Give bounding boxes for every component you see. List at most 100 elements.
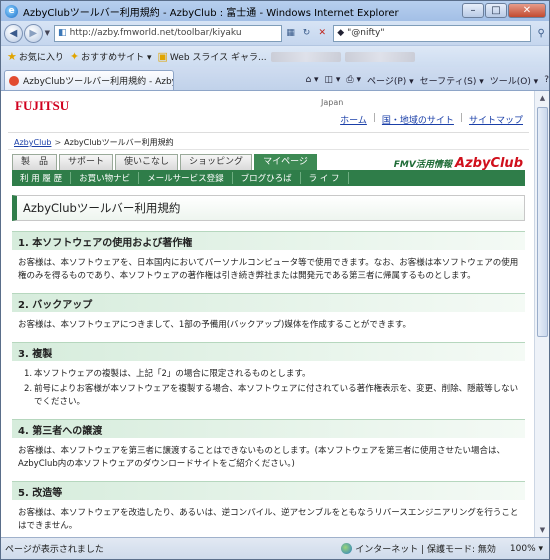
browser-tab[interactable]: AzbyClubツールバー利用規約 - AzbyCl...	[4, 70, 174, 90]
list-item-text: 本ソフトウェアの複製は、上記「2」の場合に限定されるものとします。	[34, 369, 311, 379]
section-body: お客様は、本ソフトウェアにつきまして、1部の予備用(バックアップ)媒体を作成する…	[18, 320, 412, 330]
ie-logo-icon: e	[5, 4, 18, 18]
address-url: http://azby.fmworld.net/toolbar/kiyaku	[69, 28, 242, 38]
tab-usage[interactable]: 使いこなし	[115, 154, 179, 170]
zoom-control[interactable]: 100% ▾	[510, 544, 543, 554]
global-tabs: 製 品 サポート 使いこなし ショッピング マイページ	[12, 154, 319, 170]
tab-mypage[interactable]: マイページ	[254, 154, 317, 170]
page-content: FUJITSU Japan ホーム | 国・地域のサイト | サイトマップ Az…	[1, 90, 549, 537]
window-title: AzbyClubツールバー利用規約 - AzbyClub : 富士通 - Win…	[23, 7, 399, 19]
favorite-item-label: Web スライス ギャラ...	[169, 53, 267, 63]
favorites-button[interactable]: ★ お気に入り	[7, 50, 64, 63]
blurred-favorite	[344, 51, 415, 62]
tab-support[interactable]: サポート	[59, 154, 114, 170]
azby-favicon-icon	[9, 75, 19, 86]
safety-menu[interactable]: セーフティ(S) ▾	[420, 74, 484, 87]
list-item: 2. 前号によりお客様が本ソフトウェアを複製する場合、本ソフトウェアに付されてい…	[18, 383, 519, 409]
section-heading: 2. バックアップ	[12, 293, 525, 312]
tools-menu[interactable]: ツール(O) ▾	[490, 74, 539, 87]
tab-products[interactable]: 製 品	[12, 154, 58, 170]
security-zone[interactable]: インターネット | 保護モード: 無効	[341, 542, 496, 555]
breadcrumb-separator: >	[54, 138, 62, 147]
link-divider: |	[372, 113, 376, 123]
header-links: ホーム | 国・地域のサイト | サイトマップ	[334, 113, 523, 126]
command-bar: ⌂ ▾ ◫ ▾ ⎙ ▾ ページ(P) ▾ セーフティ(S) ▾ ツール(O) ▾…	[299, 70, 549, 90]
azbyclub-brand[interactable]: FMV活用情報 AzbyClub	[394, 156, 523, 171]
sitemap-link[interactable]: サイトマップ	[469, 113, 523, 126]
subnav-shopping-navi[interactable]: お買い物ナビ	[71, 172, 140, 184]
region-label: Japan	[321, 98, 344, 107]
ie-window: e AzbyClubツールバー利用規約 - AzbyClub : 富士通 - W…	[0, 0, 550, 560]
brand-prefix: FMV活用情報	[393, 160, 452, 170]
history-dropdown-icon[interactable]: ▼	[45, 29, 50, 37]
page-icon: ◧	[58, 28, 67, 38]
subnav-life[interactable]: ラ イ フ	[301, 172, 349, 184]
scroll-thumb[interactable]	[537, 107, 548, 337]
breadcrumb: AzbyClub > AzbyClubツールバー利用規約	[8, 136, 529, 150]
breadcrumb-home-link[interactable]: AzbyClub	[14, 138, 51, 147]
search-provider-icon: ◆	[337, 28, 345, 38]
list-number: 1.	[24, 369, 33, 379]
subnav-history[interactable]: 利 用 履 歴	[12, 172, 72, 184]
section-heading: 4. 第三者への譲渡	[12, 419, 525, 438]
suggested-sites-icon: ✦	[69, 50, 80, 63]
star-icon: ★	[7, 50, 17, 63]
search-value: "@nifty"	[347, 28, 385, 38]
section-heading: 5. 改造等	[12, 481, 525, 500]
blurred-favorite	[270, 51, 341, 62]
tab-shopping[interactable]: ショッピング	[180, 154, 253, 170]
back-button[interactable]: ◀	[4, 23, 23, 43]
subnav-mail-service[interactable]: メールサービス登録	[139, 172, 233, 184]
search-input[interactable]: ◆ "@nifty"	[333, 24, 532, 42]
feeds-icon[interactable]: ◫ ▾	[325, 75, 341, 85]
section-body: お客様は、本ソフトウェアを改造したり、あるいは、逆コンパイル、逆アセンブルをとも…	[18, 508, 519, 531]
tab-label: AzbyClubツールバー利用規約 - AzbyCl...	[23, 77, 173, 87]
region-sites-link[interactable]: 国・地域のサイト	[382, 113, 454, 126]
compatibility-view-icon[interactable]: ▦	[284, 26, 298, 41]
forward-button[interactable]: ▶	[23, 23, 43, 43]
section-heading: 1. 本ソフトウェアの使用および著作権	[12, 231, 525, 250]
web-page: FUJITSU Japan ホーム | 国・地域のサイト | サイトマップ Az…	[8, 91, 529, 537]
list-item: 1. 本ソフトウェアの複製は、上記「2」の場合に限定されるものとします。	[18, 368, 519, 381]
window-controls: – □ ✕	[461, 3, 546, 18]
section-copy: 3. 複製 1. 本ソフトウェアの複製は、上記「2」の場合に限定されるものとしま…	[12, 342, 525, 409]
section-heading: 3. 複製	[12, 342, 525, 361]
scroll-up-icon[interactable]: ▲	[535, 91, 549, 106]
status-text: ページが表示されました	[5, 545, 104, 555]
status-bar: ページが表示されました インターネット | 保護モード: 無効 100% ▾	[1, 537, 549, 559]
refresh-icon[interactable]: ↻	[300, 26, 314, 41]
favorites-label: お気に入り	[18, 53, 64, 63]
breadcrumb-current: AzbyClubツールバー利用規約	[64, 138, 174, 147]
help-icon[interactable]: ?	[544, 75, 549, 85]
close-button[interactable]: ✕	[508, 3, 546, 18]
webslice-icon: ▣	[157, 50, 168, 63]
fujitsu-logo[interactable]: FUJITSU	[15, 98, 69, 114]
vertical-scrollbar[interactable]: ▲ ▼	[534, 91, 549, 537]
subnav-blog[interactable]: ブログひろば	[233, 172, 301, 184]
favorites-bar: ★ お気に入り ✦ おすすめサイト ▾ ▣ Web スライス ギャラ...	[1, 45, 549, 67]
maximize-button[interactable]: □	[485, 3, 507, 18]
link-divider: |	[459, 113, 463, 123]
brand-name: AzbyClub	[455, 156, 523, 171]
tab-bar: AzbyClubツールバー利用規約 - AzbyCl... ⌂ ▾ ◫ ▾ ⎙ …	[1, 67, 549, 90]
sub-nav: 利 用 履 歴 お買い物ナビ メールサービス登録 ブログひろば ラ イ フ	[12, 170, 525, 186]
site-header: FUJITSU Japan ホーム | 国・地域のサイト | サイトマップ	[8, 91, 529, 133]
list-number: 2.	[24, 384, 33, 394]
list-item-text: 前号によりお客様が本ソフトウェアを複製する場合、本ソフトウェアに付されている著作…	[34, 384, 519, 407]
section-transfer: 4. 第三者への譲渡 お客様は、本ソフトウェアを第三者に譲渡することはできないも…	[12, 419, 525, 471]
favorite-item-label: おすすめサイト ▾	[81, 53, 152, 63]
address-field[interactable]: ◧ http://azby.fmworld.net/toolbar/kiyaku	[54, 24, 282, 42]
stop-icon[interactable]: ✕	[315, 26, 329, 41]
page-menu[interactable]: ページ(P) ▾	[367, 74, 414, 87]
home-icon[interactable]: ⌂ ▾	[305, 75, 318, 85]
favorite-item-webslice[interactable]: ▣ Web スライス ギャラ...	[158, 50, 267, 63]
numbered-list: 1. 本ソフトウェアの複製は、上記「2」の場合に限定されるものとします。 2. …	[12, 361, 525, 409]
favorite-item-suggested[interactable]: ✦ おすすめサイト ▾	[70, 50, 152, 63]
section-body: お客様は、本ソフトウェアを、日本国内においてパーソナルコンピュータ等で使用できま…	[18, 258, 519, 281]
minimize-button[interactable]: –	[462, 3, 484, 18]
search-icon[interactable]: ⚲	[533, 25, 549, 42]
home-link[interactable]: ホーム	[340, 113, 367, 126]
scroll-down-icon[interactable]: ▼	[535, 523, 549, 537]
print-icon[interactable]: ⎙ ▾	[346, 75, 361, 85]
globe-icon	[341, 543, 353, 554]
